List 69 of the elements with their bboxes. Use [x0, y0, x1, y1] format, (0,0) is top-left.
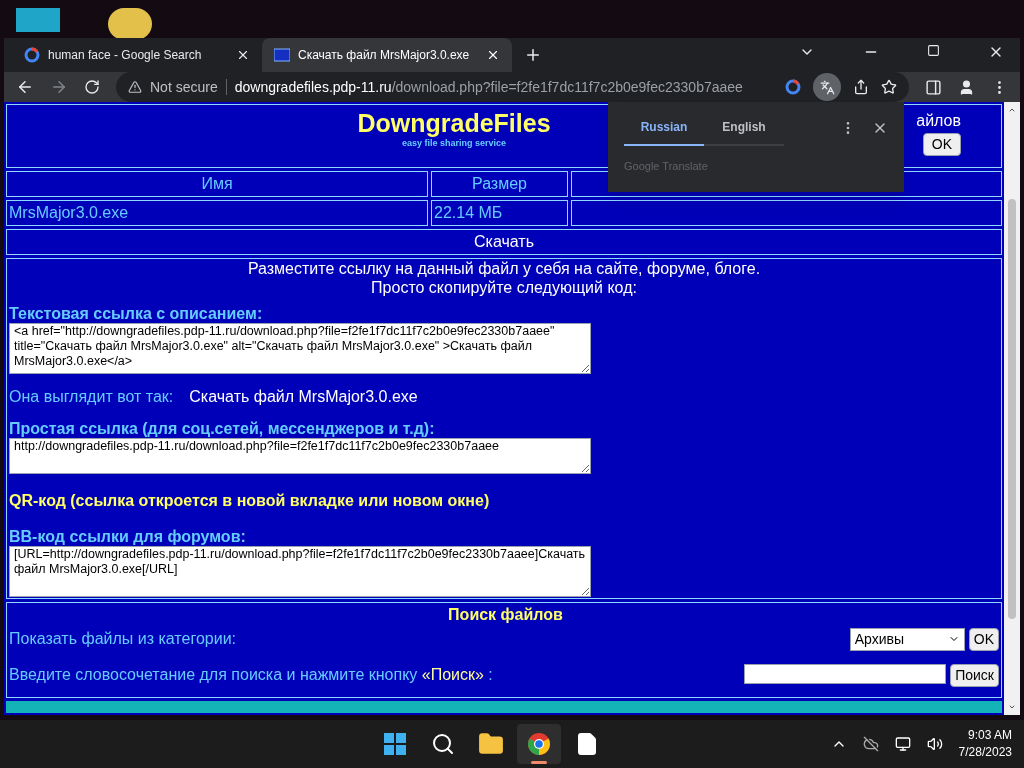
share-icon[interactable] [853, 79, 869, 95]
column-header: Имя [6, 171, 428, 197]
network-icon[interactable] [894, 736, 911, 752]
side-panel-icon[interactable] [925, 78, 942, 96]
back-icon[interactable] [16, 78, 34, 96]
browser-tab[interactable]: human face - Google Search [12, 38, 262, 72]
address-bar[interactable]: Not secure downgradefiles.pdp-11.ru/download.php?file=f2fe1f7dc11f7c2b0e9fec2330b7aaee [116, 72, 909, 102]
ok-button[interactable]: OK [922, 133, 961, 156]
code-field[interactable]: http://downgradefiles.pdp-11.ru/download.php?file=f2fe1f7dc11f7c2b0e9fec2330b7aaee [9, 438, 591, 474]
cloud-off-icon[interactable] [862, 736, 879, 752]
header-label: айлов [916, 111, 961, 131]
code-field[interactable]: <a href="http://downgradefiles.pdp-11.ru/download.php?file=f2fe1f7dc11f7c2b0e9fec2330b7aaee" title="Скачать файл MrsMajor3.0.exe" alt="Скачать файл MrsMajor3.0.exe" >Скачать файл MrsMajor3.0.exe</a> [9, 323, 591, 374]
chrome-icon [527, 732, 552, 756]
section-label: Простая ссылка (для соц.сетей, мессенджеров и т.д): [9, 420, 436, 438]
reload-icon[interactable] [84, 79, 100, 95]
bookmark-icon[interactable] [881, 79, 897, 95]
tab-title: Скачать файл MrsMajor3.0.exe [298, 47, 471, 64]
download-link[interactable]: Скачать [474, 233, 534, 250]
folder-icon [478, 731, 505, 757]
preview-label: Она выглядит вот так: [9, 387, 174, 407]
scroll-up-icon[interactable] [1008, 106, 1016, 114]
maximize-icon[interactable] [927, 44, 940, 57]
close-icon[interactable] [486, 48, 500, 62]
windows-logo-icon [383, 732, 408, 756]
table-cell: 22.14 МБ [431, 200, 568, 226]
qr-link[interactable]: QR-код (ссылка откроется в новой вкладке или новом окне) [9, 477, 999, 525]
taskbar-app[interactable] [517, 724, 562, 764]
translate-brand: Google Translate [623, 159, 709, 174]
search-button[interactable]: Поиск [950, 663, 999, 687]
search-title: Поиск файлов [447, 605, 564, 625]
language-tab[interactable]: Russian [624, 110, 704, 146]
translate-button[interactable] [813, 73, 841, 101]
warning-icon [128, 80, 142, 94]
security-label: Not secure [150, 77, 218, 97]
url-text: downgradefiles.pdp-11.ru/download.php?file=f2fe1f7dc11f7c2b0e9fec2330b7aaee [234, 77, 743, 97]
table-cell: MrsMajor3.0.exe [6, 200, 428, 226]
clock-date[interactable]: 7/28/2023 [958, 744, 1012, 761]
code-field[interactable]: [URL=http://downgradefiles.pdp-11.ru/download.php?file=f2fe1f7dc11f7c2b0e9fec2330b7aaee]Скачать файл MrsMajor3.0.exe[/URL] [9, 546, 591, 597]
active-indicator [531, 761, 548, 764]
forward-icon[interactable] [50, 78, 68, 96]
section-label: Текстовая ссылка с описанием: [9, 305, 264, 323]
column-header: Размер [431, 171, 568, 197]
site-logo[interactable]: DowngradeFiles [357, 109, 551, 137]
tab-title: human face - Google Search [48, 47, 203, 64]
google-icon [785, 79, 801, 95]
profile-icon[interactable] [958, 78, 975, 96]
google-icon [24, 47, 40, 63]
volume-icon[interactable] [926, 736, 943, 752]
site-icon [274, 48, 290, 62]
intro-text: Просто скопируйте следующий код: [370, 278, 638, 297]
search-instruction: Введите словосочетание для поиска и нажмите кнопку «Поиск» : [9, 665, 493, 685]
section-label: BB-код ссылки для форумов: [9, 528, 247, 546]
search-field[interactable] [744, 663, 947, 684]
new-tab-icon[interactable] [524, 46, 542, 64]
desktop-emoji-icon[interactable] [108, 8, 152, 40]
browser-tab[interactable]: Скачать файл MrsMajor3.0.exe [262, 38, 512, 72]
search-icon [431, 732, 456, 756]
intro-text: Разместите ссылку на данный файл у себя на сайте, форуме, блоге. [246, 259, 762, 278]
close-icon[interactable] [236, 48, 250, 62]
scroll-down-icon[interactable] [1008, 703, 1016, 711]
scroll-thumb[interactable] [1008, 198, 1016, 619]
site-tagline: easy file sharing service [401, 137, 507, 150]
language-tab[interactable]: English [704, 110, 784, 146]
category-select[interactable]: Архивы [849, 627, 965, 651]
preview-link[interactable]: Скачать файл MrsMajor3.0.exe [189, 385, 418, 409]
clock-time[interactable]: 9:03 AM [967, 727, 1012, 744]
category-label: Показать файлы из категории: [9, 629, 236, 649]
translate-icon [819, 79, 835, 95]
ok-button[interactable]: OK [968, 627, 999, 651]
